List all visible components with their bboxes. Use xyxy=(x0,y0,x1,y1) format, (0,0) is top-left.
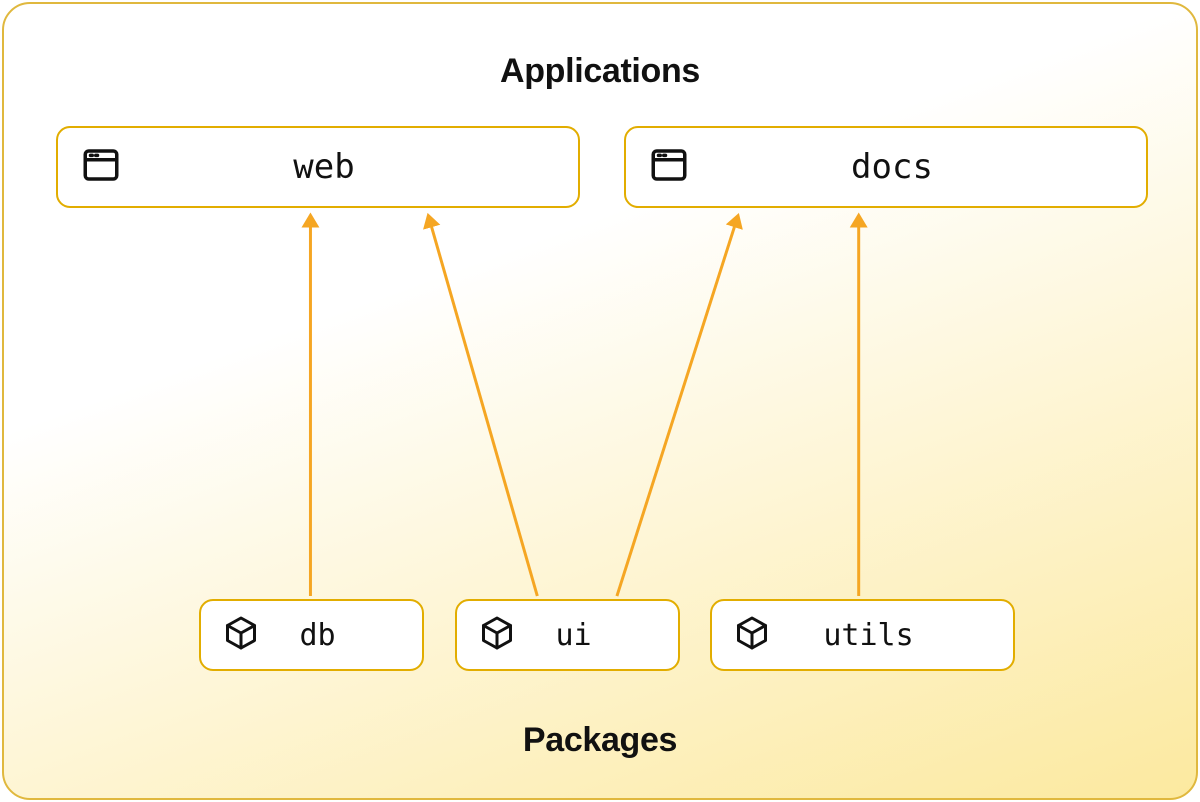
pkg-node-db: db xyxy=(199,599,424,671)
app-node-label: docs xyxy=(690,147,1124,187)
app-node-web: web xyxy=(56,126,580,208)
window-icon xyxy=(80,144,122,191)
edge-ui-to-docs xyxy=(617,221,736,596)
pkg-node-utils: utils xyxy=(710,599,1015,671)
window-icon xyxy=(648,144,690,191)
package-icon xyxy=(223,615,259,656)
package-icon xyxy=(479,615,515,656)
app-node-docs: docs xyxy=(624,126,1148,208)
section-title-packages: Packages xyxy=(4,721,1196,760)
pkg-node-label: ui xyxy=(515,618,656,653)
pkg-node-ui: ui xyxy=(455,599,680,671)
diagram-canvas: Applications Packages web docs xyxy=(2,2,1198,800)
pkg-node-label: db xyxy=(259,618,400,653)
section-title-applications: Applications xyxy=(4,52,1196,91)
edge-ui-to-web xyxy=(430,221,537,596)
dependency-arrows xyxy=(4,4,1196,798)
app-node-label: web xyxy=(122,147,556,187)
pkg-node-label: utils xyxy=(770,618,991,653)
package-icon xyxy=(734,615,770,656)
